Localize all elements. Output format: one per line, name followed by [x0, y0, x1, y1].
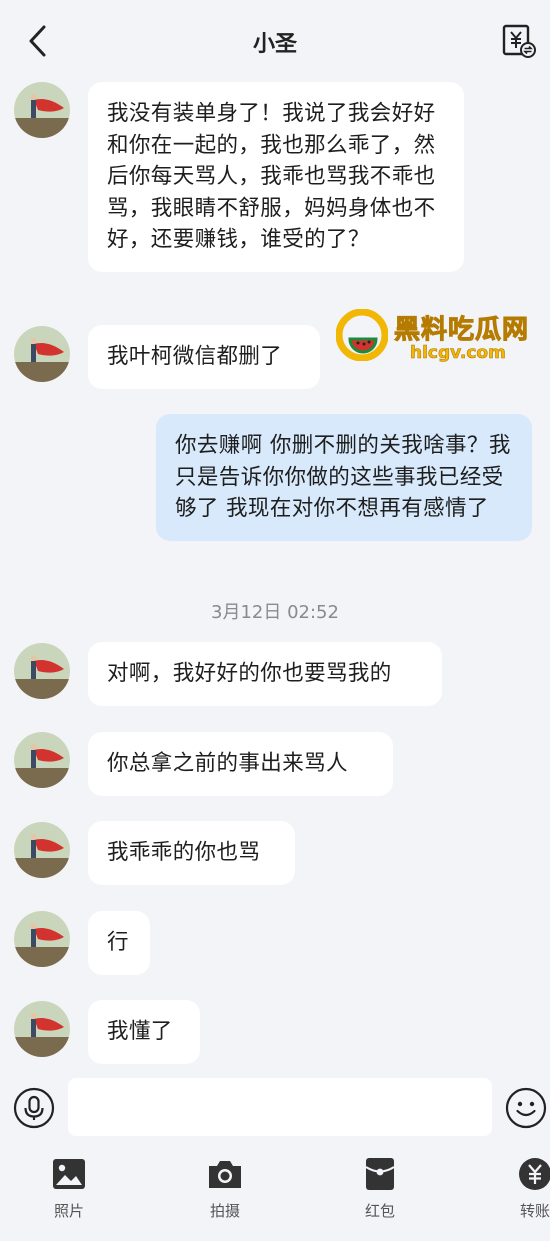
- avatar-image: [14, 911, 70, 967]
- photo-icon: [53, 1159, 85, 1189]
- camera-button[interactable]: 拍摄: [190, 1156, 260, 1236]
- avatar[interactable]: [14, 643, 70, 699]
- avatar-image: [14, 732, 70, 788]
- microphone-icon: [13, 1087, 55, 1129]
- message-bubble-incoming[interactable]: 你总拿之前的事出来骂人: [88, 732, 393, 796]
- chat-header: 小圣: [0, 0, 550, 80]
- action-toolbar: 照片 拍摄 红包 转账: [0, 1150, 550, 1241]
- avatar-image: [14, 643, 70, 699]
- message-bubble-incoming[interactable]: 对啊，我好好的你也要骂我的: [88, 642, 442, 706]
- emoji-button[interactable]: [504, 1086, 548, 1130]
- avatar[interactable]: [14, 822, 70, 878]
- avatar[interactable]: [14, 82, 70, 138]
- message-input[interactable]: [68, 1078, 492, 1136]
- voice-button[interactable]: [12, 1086, 56, 1130]
- transfer-icon: [519, 1158, 550, 1190]
- message-bubble-outgoing[interactable]: 你去赚啊 你删不删的关我啥事？我只是告诉你你做的这些事我已经受够了 我现在对你不…: [156, 414, 532, 541]
- transfer-tool-button[interactable]: 转账: [500, 1156, 550, 1236]
- avatar[interactable]: [14, 1001, 70, 1057]
- message-bubble-incoming[interactable]: 我懂了: [88, 1000, 200, 1064]
- avatar[interactable]: [14, 326, 70, 382]
- red-packet-icon: [365, 1158, 395, 1190]
- yuan-transfer-icon: [502, 24, 536, 58]
- message-bubble-incoming[interactable]: 我叶柯微信都删了: [88, 325, 320, 389]
- red-packet-label: 红包: [364, 1202, 395, 1220]
- message-bubble-incoming[interactable]: 我没有装单身了！我说了我会好好和你在一起的，我也那么乖了，然后你每天骂人，我乖也…: [88, 82, 464, 272]
- avatar-image: [14, 1001, 70, 1057]
- watermark: 黑料吃瓜网 hlcgv.com: [336, 305, 536, 375]
- chat-title: 小圣: [252, 32, 297, 57]
- message-timestamp: 3月12日 02:52: [211, 602, 339, 623]
- input-bar: [0, 1068, 550, 1150]
- red-packet-button[interactable]: 红包: [345, 1156, 415, 1236]
- message-bubble-incoming[interactable]: 我乖乖的你也骂: [88, 821, 295, 885]
- watermark-text: 黑料吃瓜网: [393, 315, 530, 346]
- photo-label: 照片: [53, 1202, 84, 1220]
- camera-label: 拍摄: [209, 1202, 240, 1220]
- avatar-image: [14, 82, 70, 138]
- avatar[interactable]: [14, 732, 70, 788]
- message-bubble-incoming[interactable]: 行: [88, 911, 150, 975]
- photo-button[interactable]: 照片: [34, 1156, 104, 1236]
- camera-icon: [209, 1161, 241, 1188]
- avatar-image: [14, 822, 70, 878]
- transfer-button[interactable]: [500, 22, 536, 60]
- watermelon-logo-icon: [336, 309, 388, 361]
- smiley-icon: [505, 1087, 547, 1129]
- avatar-image: [14, 326, 70, 382]
- watermark-url: hlcgv.com: [410, 343, 506, 364]
- avatar[interactable]: [14, 911, 70, 967]
- transfer-label: 转账: [519, 1202, 550, 1220]
